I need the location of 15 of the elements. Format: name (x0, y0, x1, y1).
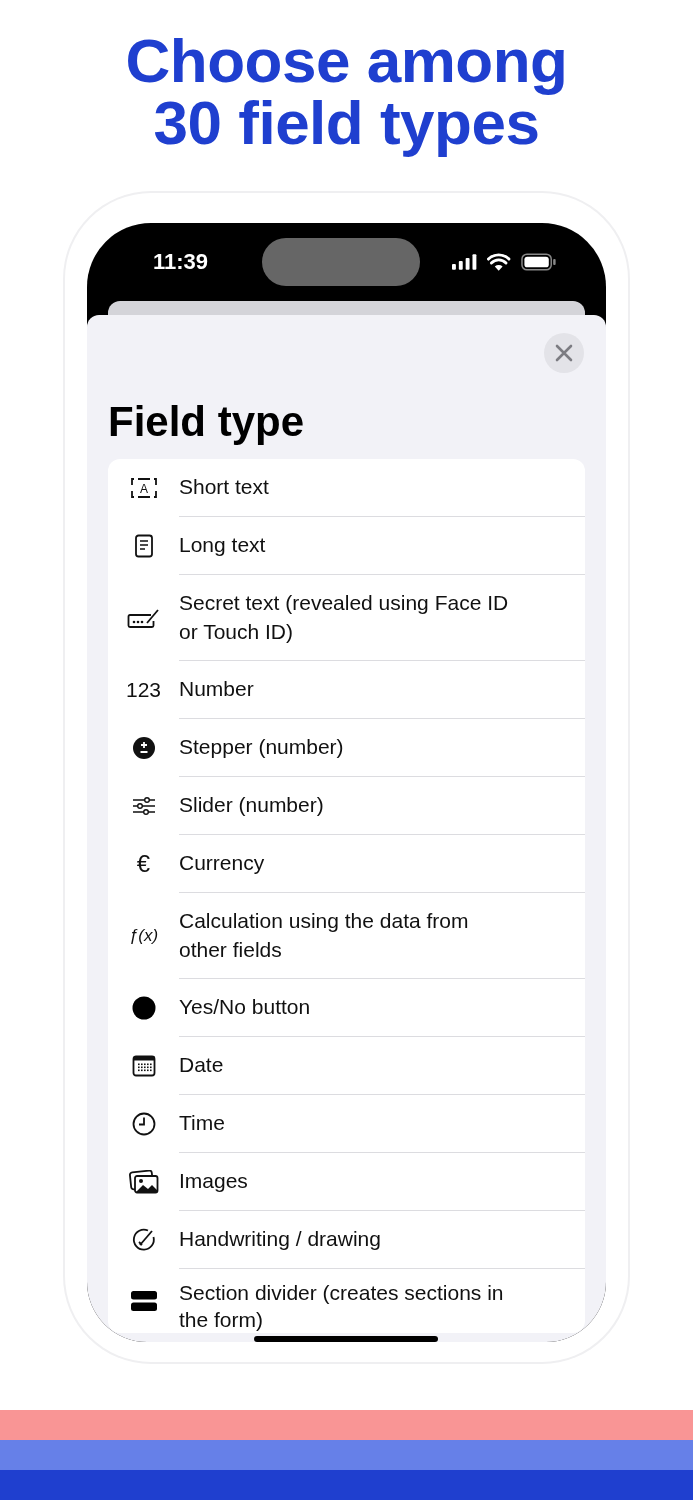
sheet-title: Field type (108, 397, 306, 447)
field-type-label: Currency (179, 835, 585, 893)
status-time: 11:39 (153, 249, 210, 275)
field-type-label: Section divider (creates sections in the form) (179, 1280, 505, 1333)
symbol-icon: 123 (125, 678, 161, 702)
field-type-item[interactable]: 123 Number (108, 661, 585, 719)
field-type-item[interactable]: € Currency (108, 835, 585, 893)
field-type-item[interactable]: Section divider (creates sections in the form) (108, 1269, 585, 1333)
symbol-icon: € (136, 850, 151, 878)
symbol-icon: ƒ(x) (128, 926, 159, 946)
field-type-label: Number (179, 661, 585, 719)
field-type-label: Calculation using the data from other fields (179, 893, 585, 979)
field-type-item[interactable]: A Short text (108, 459, 585, 517)
field-type-label: Short text (179, 459, 585, 517)
field-type-item[interactable]: ƒ(x) Calculation using the data from other fields (108, 893, 585, 979)
